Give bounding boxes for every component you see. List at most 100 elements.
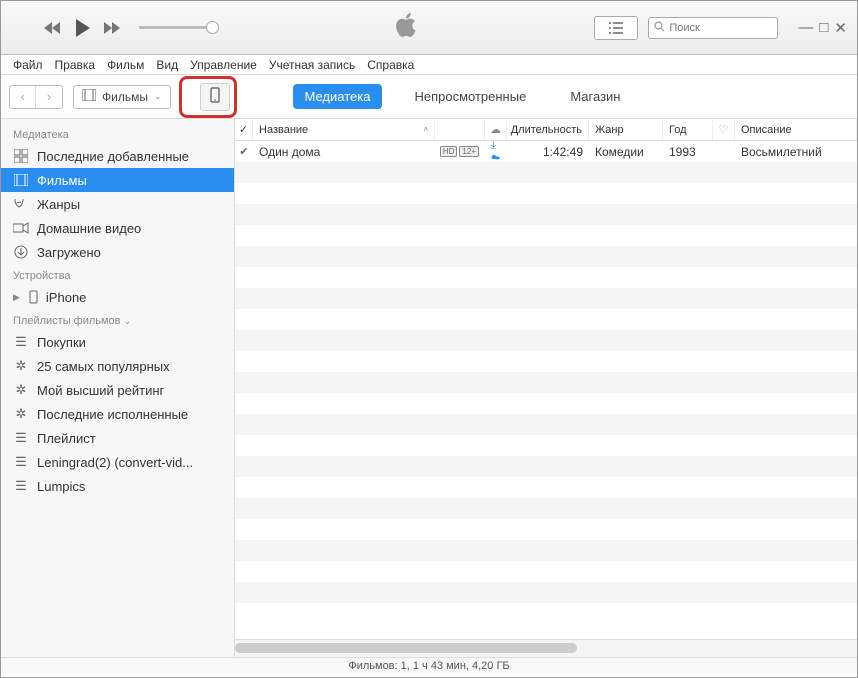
download-icon: [13, 244, 29, 260]
chevron-down-icon: ⌄: [124, 316, 132, 326]
sidebar-item-homevideo[interactable]: Домашние видео: [1, 216, 234, 240]
sidebar-item-label: Жанры: [37, 197, 80, 212]
menu-controls[interactable]: Управление: [186, 58, 261, 72]
col-check[interactable]: ✓: [235, 119, 253, 140]
sidebar-item-label: iPhone: [46, 290, 86, 305]
search-input-wrapper[interactable]: [648, 17, 778, 39]
sidebar-item-movies[interactable]: Фильмы: [1, 168, 234, 192]
sidebar-item-label: Плейлист: [37, 431, 96, 446]
sidebar-section-devices: Устройства: [1, 264, 234, 285]
masks-icon: [13, 196, 29, 212]
grid-icon: [13, 148, 29, 164]
nav-forward-button[interactable]: ›: [36, 86, 62, 108]
nav-back-button[interactable]: ‹: [10, 86, 36, 108]
sort-asc-icon: ˄: [423, 125, 428, 134]
table-header: ✓ Название˄ ☁ Длительность Жанр Год ♡ Оп…: [235, 119, 857, 141]
sidebar-item-label: Домашние видео: [37, 221, 141, 236]
cell-genre: Комедии: [589, 145, 663, 159]
sidebar-item-label: Последние добавленные: [37, 149, 189, 164]
minimize-button[interactable]: —: [798, 19, 813, 37]
film-icon: [13, 172, 29, 188]
sidebar-item-label: Leningrad(2) (convert-vid...: [37, 455, 193, 470]
menu-view[interactable]: Вид: [152, 58, 182, 72]
col-name[interactable]: Название˄: [253, 119, 435, 140]
heart-icon: ♡: [719, 123, 729, 136]
menu-edit[interactable]: Правка: [51, 58, 100, 72]
apple-logo-icon: [396, 12, 418, 43]
gear-icon: ✲: [13, 358, 29, 374]
col-heart[interactable]: ♡: [713, 119, 735, 140]
cloud-icon: ☁: [490, 123, 501, 136]
cloud-download-icon[interactable]: ⤓☁: [491, 141, 501, 167]
sidebar-item-purchases[interactable]: ☰Покупки: [1, 330, 234, 354]
sidebar-item-label: Фильмы: [37, 173, 87, 188]
list-icon: ☰: [13, 478, 29, 494]
col-badges[interactable]: [435, 119, 485, 140]
col-description[interactable]: Описание: [735, 119, 857, 140]
sidebar-item-top25[interactable]: ✲25 самых популярных: [1, 354, 234, 378]
toolbar: ‹ › Фильмы ⌄ Медиатека Непросмотренные М…: [1, 75, 857, 119]
table-row[interactable]: ✔ Один дома HD12+ ⤓☁ 1:42:49 Комедии 199…: [235, 141, 857, 162]
list-icon: ☰: [13, 334, 29, 350]
sidebar-item-playlist[interactable]: ☰ Плейлист: [1, 426, 234, 450]
play-button[interactable]: [69, 15, 95, 41]
content-area: ✓ Название˄ ☁ Длительность Жанр Год ♡ Оп…: [235, 119, 857, 657]
tab-library[interactable]: Медиатека: [293, 84, 383, 109]
list-icon: ☰: [13, 454, 29, 470]
menubar: Файл Правка Фильм Вид Управление Учетная…: [1, 55, 857, 75]
search-input[interactable]: [669, 22, 759, 34]
col-cloud[interactable]: ☁: [485, 119, 507, 140]
sidebar-item-genres[interactable]: Жанры: [1, 192, 234, 216]
sidebar-item-iphone[interactable]: ▶ iPhone: [1, 285, 234, 309]
col-duration[interactable]: Длительность: [507, 119, 589, 140]
chevron-down-icon: ⌄: [154, 91, 162, 102]
tab-store[interactable]: Магазин: [558, 84, 632, 109]
next-button[interactable]: [99, 15, 125, 41]
disclosure-triangle-icon[interactable]: ▶: [13, 292, 20, 303]
gear-icon: ✲: [13, 406, 29, 422]
sidebar-item-leningrad[interactable]: ☰ Leningrad(2) (convert-vid...: [1, 450, 234, 474]
col-genre[interactable]: Жанр: [589, 119, 663, 140]
hd-badge: HD: [440, 146, 458, 157]
gear-icon: ✲: [13, 382, 29, 398]
sidebar-item-toprated[interactable]: ✲ Мой высший рейтинг: [1, 378, 234, 402]
device-button[interactable]: [200, 83, 230, 111]
table-body: ✔ Один дома HD12+ ⤓☁ 1:42:49 Комедии 199…: [235, 141, 857, 639]
sidebar-section-playlists[interactable]: Плейлисты фильмов ⌄: [1, 309, 234, 330]
sidebar-item-lumpics[interactable]: ☰Lumpics: [1, 474, 234, 498]
menu-movie[interactable]: Фильм: [103, 58, 148, 72]
camera-icon: [13, 220, 29, 236]
media-type-label: Фильмы: [102, 90, 148, 104]
cell-year: 1993: [663, 145, 713, 159]
search-icon: [654, 19, 665, 37]
sidebar-item-label: Мой высший рейтинг: [37, 383, 164, 398]
close-button[interactable]: ✕: [834, 19, 847, 37]
cell-duration: 1:42:49: [507, 145, 589, 159]
cell-description: Восьмилетний: [735, 145, 857, 159]
menu-file[interactable]: Файл: [9, 58, 47, 72]
sidebar: Медиатека Последние добавленные Фильмы Ж…: [1, 119, 235, 657]
sidebar-item-recent[interactable]: Последние добавленные: [1, 144, 234, 168]
sidebar-item-downloaded[interactable]: Загружено: [1, 240, 234, 264]
sidebar-section-library: Медиатека: [1, 123, 234, 144]
media-type-selector[interactable]: Фильмы ⌄: [73, 85, 171, 109]
maximize-button[interactable]: □: [819, 19, 828, 37]
sidebar-item-label: Загружено: [37, 245, 101, 260]
sidebar-item-label: Последние исполненные: [37, 407, 188, 422]
sidebar-item-recentplayed[interactable]: ✲ Последние исполненные: [1, 402, 234, 426]
menu-account[interactable]: Учетная запись: [265, 58, 359, 72]
previous-button[interactable]: [39, 15, 65, 41]
titlebar: — □ ✕: [1, 1, 857, 55]
check-icon[interactable]: ✔: [239, 145, 248, 158]
list-view-button[interactable]: [594, 16, 638, 40]
menu-help[interactable]: Справка: [363, 58, 418, 72]
horizontal-scrollbar[interactable]: [235, 639, 857, 657]
col-year[interactable]: Год: [663, 119, 713, 140]
film-icon: [82, 89, 96, 104]
list-icon: ☰: [13, 430, 29, 446]
cell-name: Один дома: [253, 145, 435, 159]
age-badge: 12+: [459, 146, 479, 157]
phone-icon: [210, 87, 220, 106]
tab-unwatched[interactable]: Непросмотренные: [402, 84, 538, 109]
volume-slider[interactable]: [139, 26, 219, 29]
